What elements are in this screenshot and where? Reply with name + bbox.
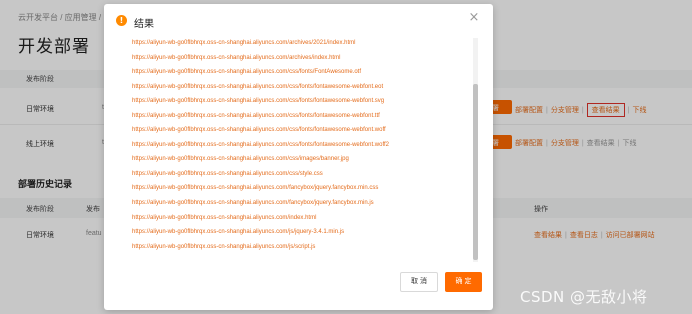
confirm-button[interactable]: 确 定 <box>445 272 482 292</box>
dialog-header: ! 结果 × <box>104 4 493 38</box>
result-link[interactable]: https://aliyun-wb-go0flbhrqx.oss-cn-shan… <box>132 181 472 196</box>
result-link[interactable]: https://aliyun-wb-go0flbhrqx.oss-cn-shan… <box>132 167 472 182</box>
result-link[interactable]: https://aliyun-wb-go0flbhrqx.oss-cn-shan… <box>132 211 472 226</box>
info-icon: ! <box>116 15 127 26</box>
dialog-title: 结果 <box>134 19 154 30</box>
cancel-button[interactable]: 取 消 <box>400 272 438 292</box>
close-icon[interactable]: × <box>467 11 481 25</box>
result-link[interactable]: https://aliyun-wb-go0flbhrqx.oss-cn-shan… <box>132 65 472 80</box>
result-link[interactable]: https://aliyun-wb-go0flbhrqx.oss-cn-shan… <box>132 94 472 109</box>
result-link[interactable]: https://aliyun-wb-go0flbhrqx.oss-cn-shan… <box>132 240 472 255</box>
result-dialog: ! 结果 × https://aliyun-wb-go0flbhrqx.oss-… <box>104 4 493 310</box>
result-link[interactable]: https://aliyun-wb-go0flbhrqx.oss-cn-shan… <box>132 196 472 211</box>
result-link[interactable]: https://aliyun-wb-go0flbhrqx.oss-cn-shan… <box>132 51 472 66</box>
result-link[interactable]: https://aliyun-wb-go0flbhrqx.oss-cn-shan… <box>132 123 472 138</box>
result-link-list: https://aliyun-wb-go0flbhrqx.oss-cn-shan… <box>132 36 472 254</box>
scrollbar-thumb[interactable] <box>473 84 478 260</box>
result-link[interactable]: https://aliyun-wb-go0flbhrqx.oss-cn-shan… <box>132 109 472 124</box>
result-link[interactable]: https://aliyun-wb-go0flbhrqx.oss-cn-shan… <box>132 138 472 153</box>
result-link[interactable]: https://aliyun-wb-go0flbhrqx.oss-cn-shan… <box>132 36 472 51</box>
result-link[interactable]: https://aliyun-wb-go0flbhrqx.oss-cn-shan… <box>132 80 472 95</box>
result-link[interactable]: https://aliyun-wb-go0flbhrqx.oss-cn-shan… <box>132 152 472 167</box>
result-link[interactable]: https://aliyun-wb-go0flbhrqx.oss-cn-shan… <box>132 225 472 240</box>
watermark: CSDN @无敌小将 <box>520 288 648 306</box>
